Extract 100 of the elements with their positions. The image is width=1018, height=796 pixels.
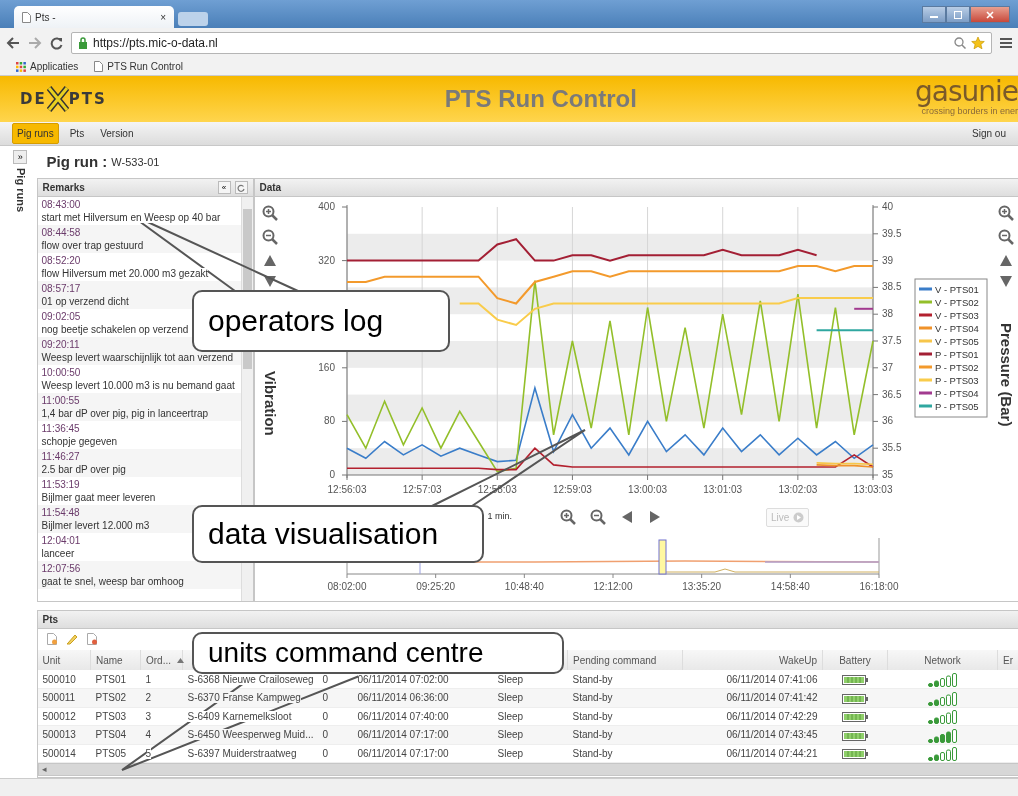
axis-tick-label: 39 xyxy=(881,254,893,266)
zoom-in-icon[interactable] xyxy=(560,509,576,525)
remark-text: flow over trap gestuurd xyxy=(41,240,144,251)
remark-item[interactable]: 08:43:00 start met Hilversum en Weesp op 40 bar xyxy=(37,197,241,225)
table-cell: 06/11/2014 07:43:45 xyxy=(726,729,818,741)
remark-time: 11:36:45 xyxy=(41,422,81,435)
remark-item[interactable]: 12:07:56 gaat te snel, weesp bar omhoog xyxy=(37,561,241,589)
up-arrow-icon[interactable] xyxy=(262,253,277,267)
table-cell: Sleep xyxy=(497,729,524,741)
nav-tab[interactable]: Pig runs xyxy=(12,123,59,144)
remark-item[interactable]: 11:53:19 Bijlmer gaat meer leveren xyxy=(37,477,241,505)
browser-tab[interactable]: Pts - × xyxy=(14,6,174,28)
zoom-out-icon[interactable] xyxy=(997,229,1014,245)
close-button[interactable] xyxy=(970,6,1010,23)
remark-item[interactable]: 08:52:20 flow Hilversum met 20.000 m3 gezakt xyxy=(37,253,241,281)
legend-label: V - PTS01 xyxy=(934,283,979,295)
scrollbar[interactable]: ◂ xyxy=(37,763,1018,776)
remark-text: 01 op verzend dicht xyxy=(41,296,129,307)
collapse-button[interactable]: « xyxy=(217,181,231,194)
table-cell: 500012 xyxy=(42,710,76,722)
remark-item[interactable]: 11:36:45 schopje gegeven xyxy=(37,421,241,449)
legend-label: P - PTS05 xyxy=(934,400,979,412)
axis-tick-label: 14:58:40 xyxy=(770,581,810,592)
column-header[interactable]: Network xyxy=(924,654,961,666)
axis-tick-label: 13:01:03 xyxy=(702,484,742,495)
remark-text: 1,4 bar dP over pig, pig in lanceertrap xyxy=(41,408,209,419)
axis-tick-label: 09:25:20 xyxy=(415,581,455,592)
table-cell: S-6397 Muiderstraatweg xyxy=(187,747,297,759)
callout-tooltip: units command centre xyxy=(192,632,564,674)
table-cell: Stand-by xyxy=(572,710,613,722)
remark-text: gaat te snel, weesp bar omhoog xyxy=(41,576,184,587)
axis-tick-label: 12:56:03 xyxy=(327,484,366,495)
nav-tab[interactable]: Version xyxy=(95,123,139,144)
table-cell: 0 xyxy=(322,747,329,759)
maximize-icon xyxy=(954,10,962,19)
page-icon xyxy=(94,61,104,72)
axis-tick-label: 37 xyxy=(881,361,893,373)
scroll-left-button[interactable]: ◂ xyxy=(41,764,47,774)
column-header[interactable]: WakeUp xyxy=(779,654,817,666)
up-arrow-icon[interactable] xyxy=(998,253,1013,267)
refresh-button[interactable] xyxy=(234,181,248,194)
down-arrow-icon[interactable] xyxy=(998,275,1013,289)
bookmark-link[interactable]: PTS Run Control xyxy=(94,59,183,74)
axis-tick-label: 13:35:20 xyxy=(681,581,721,592)
address-bar[interactable]: https://pts.mic-o-data.nl xyxy=(71,32,992,54)
table-cell: Stand-by xyxy=(572,747,613,759)
axis-tick-label: 80 xyxy=(323,415,335,427)
apps-icon xyxy=(16,61,26,72)
zoom-out-icon[interactable] xyxy=(590,509,606,525)
axis-tick-label: 36.5 xyxy=(881,388,901,400)
maximize-button[interactable] xyxy=(946,6,970,23)
remark-time: 11:54:48 xyxy=(41,506,81,519)
down-arrow-icon[interactable] xyxy=(262,275,277,289)
axis-title: Vibration xyxy=(260,371,280,436)
back-icon[interactable] xyxy=(6,37,20,49)
zoom-out-icon[interactable] xyxy=(261,229,278,245)
axis-tick-label: 36 xyxy=(881,415,893,427)
zoom-in-icon[interactable] xyxy=(997,205,1014,221)
remark-text: flow Hilversum met 20.000 m3 gezakt xyxy=(41,268,209,279)
bookmark-link[interactable]: Applicaties xyxy=(16,59,79,74)
menu-icon[interactable] xyxy=(1000,37,1012,49)
table-cell: 0 xyxy=(322,692,329,704)
remark-item[interactable]: 11:00:55 1,4 bar dP over pig, pig in lanceertrap xyxy=(37,393,241,421)
axis-tick-label: 12:12:00 xyxy=(593,581,632,592)
axis-tick-label: 10:48:40 xyxy=(504,581,544,592)
remark-text: 2.5 bar dP over pig xyxy=(41,464,126,475)
legend-label: V - PTS02 xyxy=(934,296,979,308)
remark-time: 08:52:20 xyxy=(41,254,82,267)
remark-time: 09:02:05 xyxy=(41,310,82,323)
refresh-icon xyxy=(237,183,245,192)
table-cell: PTS01 xyxy=(95,673,127,685)
remark-time: 10:00:50 xyxy=(41,366,82,379)
delete-icon[interactable] xyxy=(85,633,98,646)
remark-time: 08:43:00 xyxy=(41,198,82,211)
sign-out-link[interactable]: Sign ou xyxy=(972,126,1006,141)
table-cell: 06/11/2014 07:44:21 xyxy=(726,747,818,759)
axis-tick-label: 39.5 xyxy=(881,227,901,239)
side-tab[interactable]: Pig runs xyxy=(12,168,29,212)
remark-item[interactable]: 08:44:58 flow over trap gestuurd xyxy=(37,225,241,253)
axis-tick-label: 13:00:03 xyxy=(627,484,667,495)
callout-tooltip: operators log xyxy=(192,290,450,352)
axis-tick-label: 38 xyxy=(881,308,893,320)
minimize-button[interactable] xyxy=(922,6,946,23)
nav-tab[interactable]: Pts xyxy=(64,123,90,144)
remark-item[interactable]: 11:46:27 2.5 bar dP over pig xyxy=(37,449,241,477)
star-icon[interactable] xyxy=(971,36,985,50)
remark-item[interactable]: 10:00:50 Weesp levert 10.000 m3 is nu bemand gaat xyxy=(37,365,241,393)
table-cell: PTS03 xyxy=(95,710,127,722)
lock-icon xyxy=(78,37,88,49)
axis-tick-label: 08:02:00 xyxy=(327,581,366,592)
remark-time: 11:53:19 xyxy=(41,478,81,491)
next-icon[interactable] xyxy=(648,510,662,524)
reload-icon[interactable] xyxy=(50,36,63,50)
partner-logo: gasunie xyxy=(914,79,1018,106)
battery-icon xyxy=(842,749,868,760)
previous-icon[interactable] xyxy=(620,510,634,524)
zoom-icon[interactable] xyxy=(954,37,966,49)
expand-button[interactable]: » xyxy=(13,150,28,164)
zoom-in-icon[interactable] xyxy=(261,205,278,221)
close-button[interactable]: × xyxy=(160,9,166,25)
